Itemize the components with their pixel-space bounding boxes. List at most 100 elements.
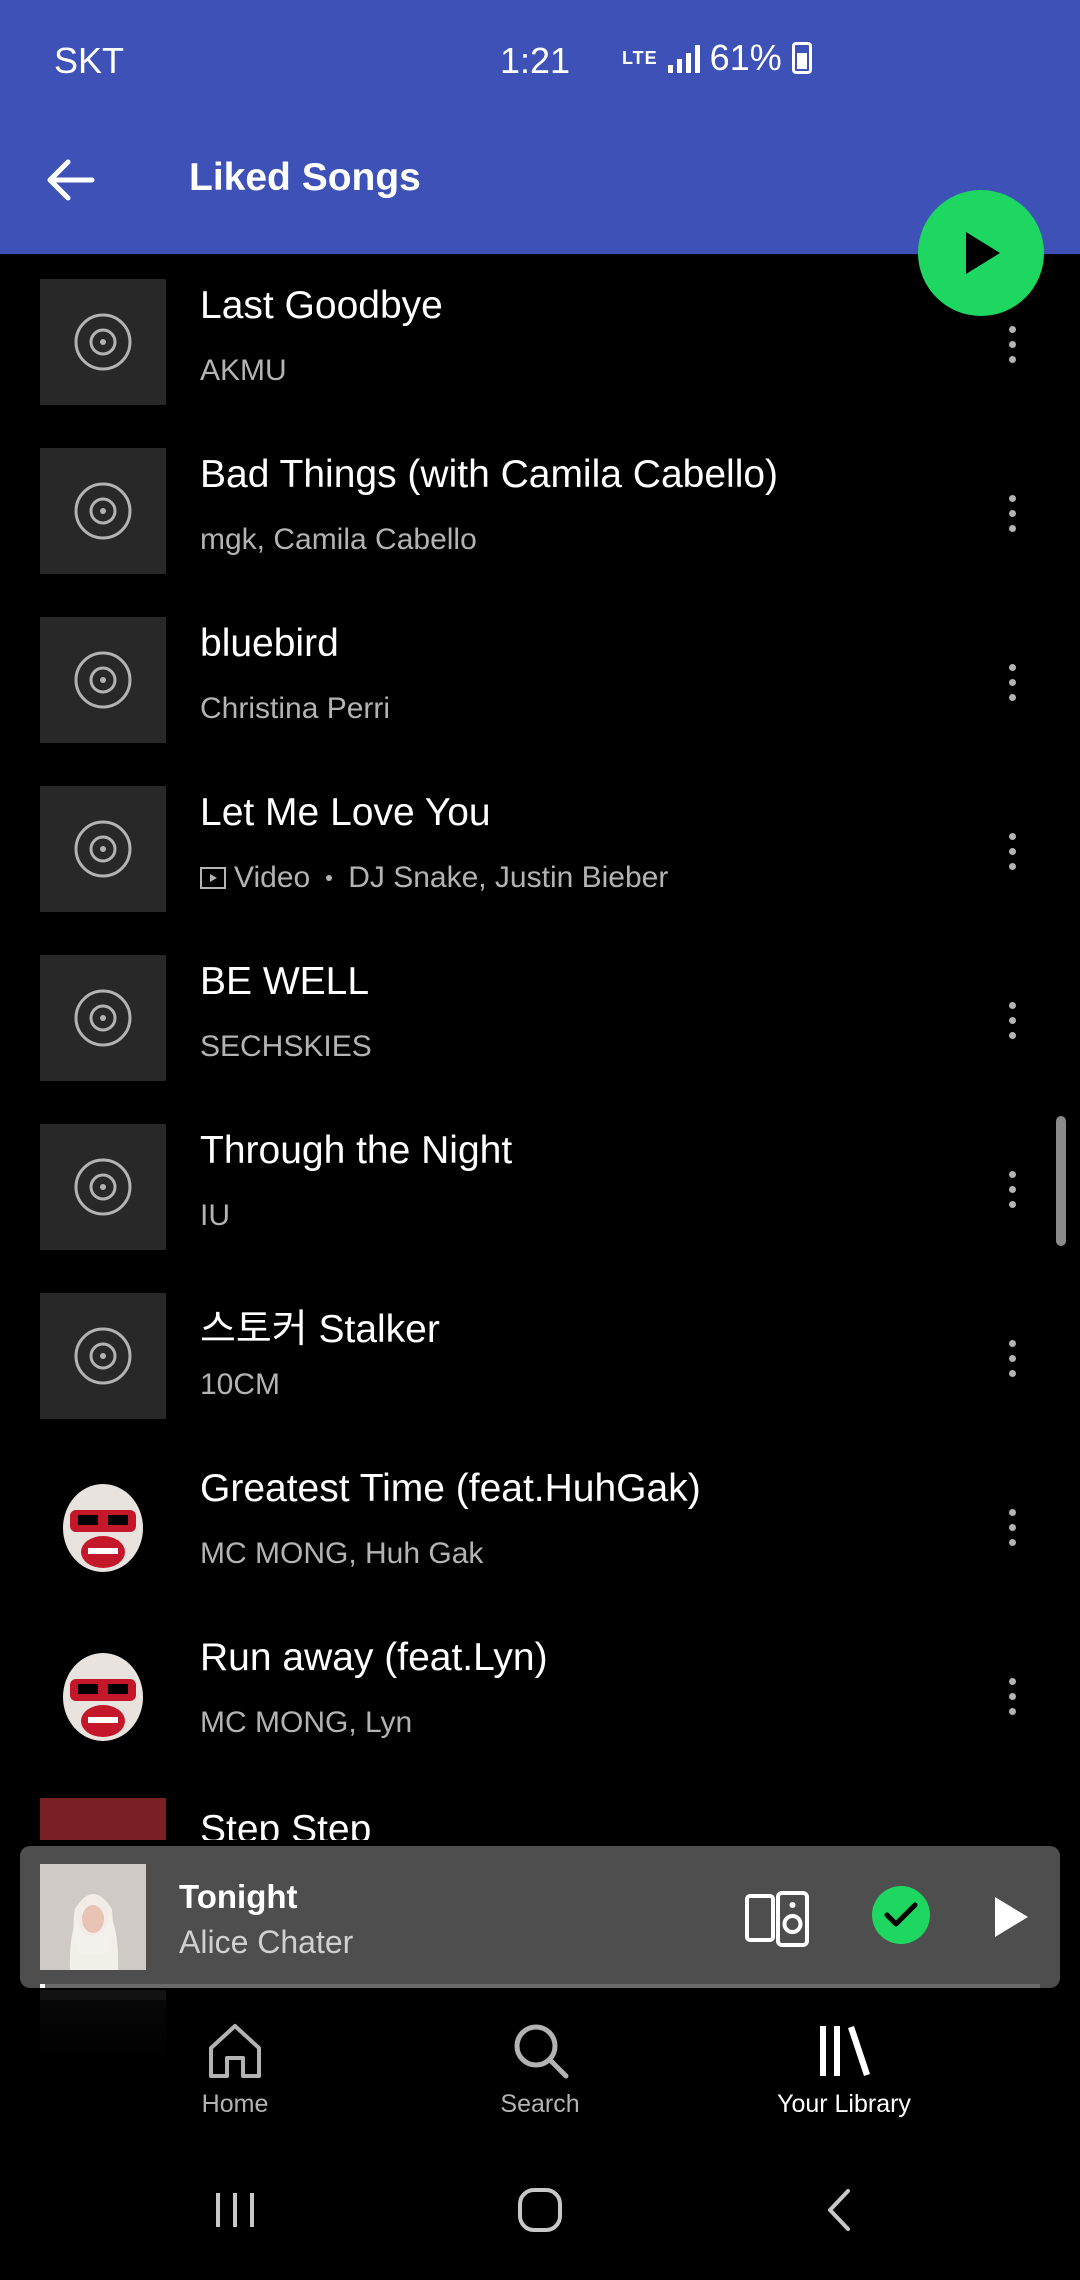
more-options-button[interactable] [990, 980, 1034, 1060]
more-options-button[interactable] [990, 304, 1034, 384]
song-title: bluebird [200, 622, 339, 665]
nav-home[interactable]: Home [135, 2020, 335, 2140]
arrow-left-icon [47, 159, 95, 201]
disc-icon [74, 820, 132, 878]
system-home-button[interactable] [495, 2170, 585, 2250]
monkey-cover-icon [63, 1653, 143, 1741]
video-label: Video [234, 861, 311, 894]
song-artist: 10CM [200, 1368, 280, 1402]
bottom-nav: Home Search Your Library [0, 2000, 1080, 2140]
status-bar: SKT 1:21 LTE 61% [0, 0, 1080, 106]
song-row[interactable]: 스토커 Stalker 10CM [0, 1268, 1080, 1437]
mini-play-button[interactable] [978, 1884, 1044, 1950]
song-row-partial[interactable]: Step Step [0, 1780, 1080, 1840]
song-row[interactable]: bluebird Christina Perri [0, 592, 1080, 761]
recents-icon [216, 2193, 254, 2227]
more-options-button[interactable] [990, 1487, 1034, 1567]
video-icon [200, 867, 226, 889]
song-title: Step Step [200, 1808, 372, 1840]
song-list: Last Goodbye AKMU Bad Things (with Camil… [0, 254, 1080, 1775]
scrollbar[interactable] [1056, 1116, 1066, 1246]
song-row[interactable]: Last Goodbye AKMU [0, 254, 1080, 423]
song-artist: Video DJ Snake, Justin Bieber [200, 861, 668, 895]
song-title: Last Goodbye [200, 284, 443, 327]
mini-player[interactable]: Tonight Alice Chater [20, 1846, 1060, 1988]
separator-dot [326, 875, 333, 881]
nav-library-label: Your Library [777, 2090, 911, 2118]
disc-icon [74, 651, 132, 709]
battery-icon [791, 42, 812, 74]
chevron-left-icon [828, 2189, 850, 2231]
song-artist: mgk, Camila Cabello [200, 523, 477, 557]
battery-percent: 61% [709, 37, 782, 78]
more-options-button[interactable] [990, 642, 1034, 722]
album-art-placeholder [40, 786, 166, 912]
nav-search[interactable]: Search [440, 2020, 640, 2140]
album-art-mc-mong [40, 1462, 166, 1588]
disc-icon [74, 482, 132, 540]
song-row[interactable]: Let Me Love You Video DJ Snake, Justin B… [0, 761, 1080, 930]
more-options-button[interactable] [990, 1318, 1034, 1398]
home-circle-icon [518, 2188, 562, 2232]
more-options-button[interactable] [990, 473, 1034, 553]
album-art-placeholder [40, 955, 166, 1081]
more-options-button[interactable] [990, 811, 1034, 891]
album-art-mc-mong [40, 1631, 166, 1757]
artist-text: DJ Snake, Justin Bieber [348, 861, 669, 894]
album-art-placeholder [40, 448, 166, 574]
disc-icon [74, 1158, 132, 1216]
song-row[interactable]: Run away (feat.Lyn) MC MONG, Lyn [0, 1606, 1080, 1775]
system-nav-bar [0, 2140, 1080, 2280]
song-artist: MC MONG, Lyn [200, 1706, 412, 1740]
album-art [40, 1798, 166, 1840]
library-icon [820, 2026, 870, 2076]
nav-home-label: Home [201, 2090, 269, 2118]
video-tag: Video [200, 861, 310, 895]
song-row[interactable]: BE WELL SECHSKIES [0, 930, 1080, 1099]
artist-text: AKMU [200, 354, 287, 387]
back-button[interactable] [30, 140, 110, 220]
song-title: Bad Things (with Camila Cabello) [200, 453, 779, 496]
now-playing-artist: Alice Chater [179, 1924, 354, 1960]
song-row[interactable]: Bad Things (with Camila Cabello) mgk, Ca… [0, 423, 1080, 592]
nav-search-label: Search [500, 2090, 580, 2118]
artist-text: MC MONG, Lyn [200, 1706, 413, 1739]
artist-text: Christina Perri [200, 692, 391, 725]
now-playing-art [40, 1864, 146, 1970]
artist-text: MC MONG, Huh Gak [200, 1537, 484, 1570]
artist-text: SECHSKIES [200, 1030, 372, 1063]
song-artist: Christina Perri [200, 692, 390, 726]
playback-progress-bar [40, 1984, 1040, 1988]
song-title: Let Me Love You [200, 791, 491, 834]
shuffle-play-button[interactable] [918, 190, 1044, 316]
check-icon [884, 1902, 918, 1927]
nav-library[interactable]: Your Library [744, 2020, 944, 2140]
connect-device-button[interactable] [742, 1884, 812, 1954]
song-artist: IU [200, 1199, 230, 1233]
play-icon [966, 232, 1000, 274]
disc-icon [74, 989, 132, 1047]
now-playing-title: Tonight [179, 1878, 298, 1915]
song-artist: MC MONG, Huh Gak [200, 1537, 483, 1571]
disc-icon [74, 1327, 132, 1385]
song-artist: AKMU [200, 354, 287, 388]
status-icons: LTE 61% [622, 36, 812, 80]
devices-icon [745, 1891, 809, 1947]
search-icon [514, 2024, 569, 2079]
more-options-button[interactable] [990, 1149, 1034, 1229]
clock: 1:21 [500, 40, 571, 81]
home-icon [209, 2024, 261, 2078]
song-row[interactable]: Greatest Time (feat.HuhGak) MC MONG, Huh… [0, 1437, 1080, 1606]
album-art-placeholder [40, 1293, 166, 1419]
song-title: Greatest Time (feat.HuhGak) [200, 1467, 701, 1510]
song-title: BE WELL [200, 960, 370, 1003]
tonight-cover-icon [40, 1864, 146, 1970]
more-options-button[interactable] [990, 1656, 1034, 1736]
recents-button[interactable] [190, 2170, 280, 2250]
monkey-cover-icon [63, 1484, 143, 1572]
album-art-placeholder [40, 617, 166, 743]
network-type: LTE [622, 48, 658, 68]
song-row[interactable]: Through the Night IU [0, 1099, 1080, 1268]
liked-button[interactable] [872, 1886, 930, 1944]
system-back-button[interactable] [795, 2170, 885, 2250]
